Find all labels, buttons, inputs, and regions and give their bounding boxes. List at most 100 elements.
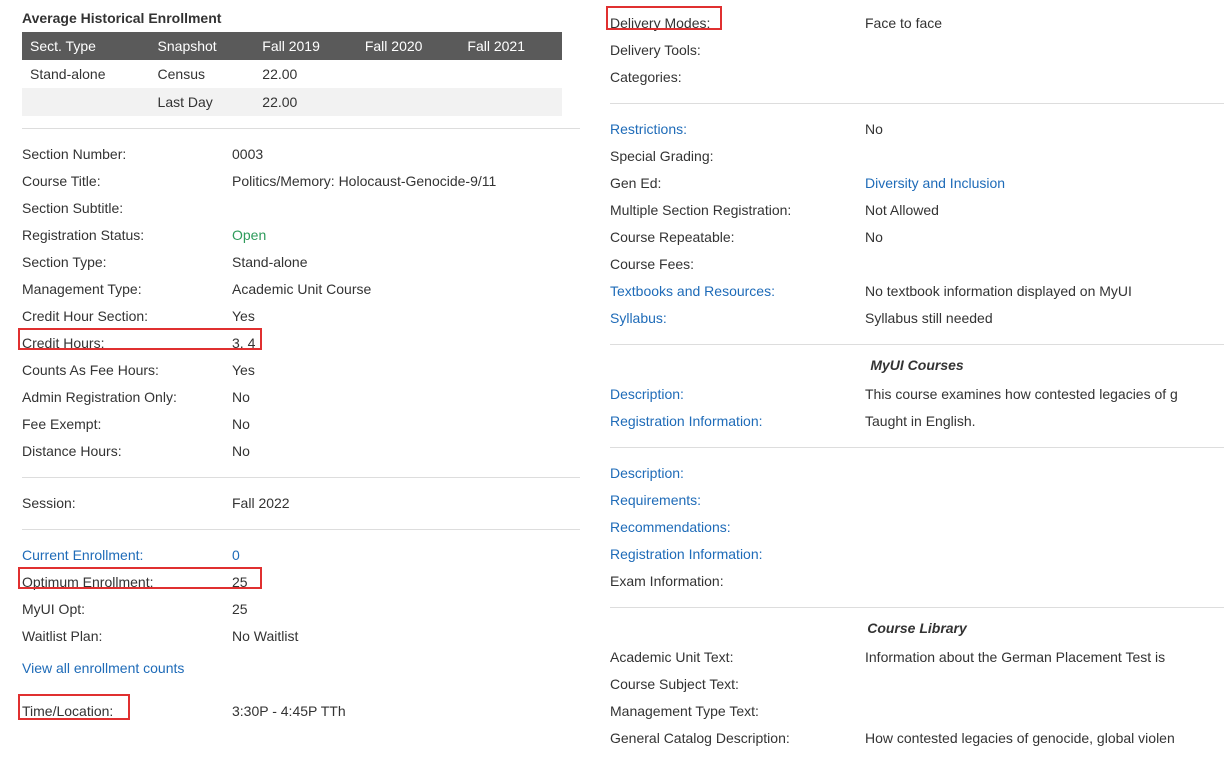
waitlist-label: Waitlist Plan:	[22, 626, 232, 647]
section-number-label: Section Number:	[22, 144, 232, 165]
cell: Census	[150, 60, 255, 88]
description-value: This course examines how contested legac…	[865, 384, 1224, 405]
exam-info-label: Exam Information:	[610, 571, 865, 592]
mgmt-type-label: Management Type:	[22, 279, 232, 300]
distance-value: No	[232, 441, 580, 462]
gen-ed-label: Gen Ed:	[610, 173, 865, 194]
restrictions-label[interactable]: Restrictions:	[610, 119, 865, 140]
divider	[610, 344, 1224, 345]
course-title-label: Course Title:	[22, 171, 232, 192]
session-label: Session:	[22, 493, 232, 514]
special-grading-label: Special Grading:	[610, 146, 865, 167]
cell	[459, 60, 562, 88]
mgmt-type-text-label: Management Type Text:	[610, 701, 865, 722]
cell: Last Day	[150, 88, 255, 116]
historical-enrollment-title: Average Historical Enrollment	[22, 10, 580, 26]
credit-hours-value: 3, 4	[232, 333, 580, 354]
optimum-enrollment-value: 25	[232, 572, 580, 593]
description-label[interactable]: Description:	[610, 384, 865, 405]
myui-opt-label: MyUI Opt:	[22, 599, 232, 620]
reg-status-label: Registration Status:	[22, 225, 232, 246]
general-catalog-label: General Catalog Description:	[610, 728, 865, 749]
cell	[22, 88, 150, 116]
distance-label: Distance Hours:	[22, 441, 232, 462]
highlight-optimum-enrollment	[18, 567, 262, 589]
myui-courses-header: MyUI Courses	[610, 357, 1224, 373]
th-snapshot: Snapshot	[150, 32, 255, 60]
view-all-enrollment-link[interactable]: View all enrollment counts	[22, 660, 184, 676]
fee-exempt-value: No	[232, 414, 580, 435]
cell: 22.00	[254, 60, 357, 88]
session-value: Fall 2022	[232, 493, 580, 514]
highlight-credit-hours	[18, 328, 262, 350]
textbooks-label[interactable]: Textbooks and Resources:	[610, 281, 865, 302]
table-row: Last Day 22.00	[22, 88, 562, 116]
course-library-header: Course Library	[610, 620, 1224, 636]
divider	[610, 447, 1224, 448]
cell: 22.00	[254, 88, 357, 116]
textbooks-value: No textbook information displayed on MyU…	[865, 281, 1224, 302]
general-catalog-value: How contested legacies of genocide, glob…	[865, 728, 1224, 749]
myui-opt-value: 25	[232, 599, 580, 620]
multi-reg-label: Multiple Section Registration:	[610, 200, 865, 221]
course-subject-value	[865, 674, 1224, 695]
mgmt-type-text-value	[865, 701, 1224, 722]
th-fall2019: Fall 2019	[254, 32, 357, 60]
admin-reg-label: Admin Registration Only:	[22, 387, 232, 408]
divider	[22, 529, 580, 530]
cell: Stand-alone	[22, 60, 150, 88]
syllabus-label[interactable]: Syllabus:	[610, 308, 865, 329]
restrictions-value: No	[865, 119, 1224, 140]
section-type-value: Stand-alone	[232, 252, 580, 273]
reg-info2-label[interactable]: Registration Information:	[610, 544, 865, 565]
cell	[459, 88, 562, 116]
reg-info-value: Taught in English.	[865, 411, 1224, 432]
mgmt-type-value: Academic Unit Course	[232, 279, 580, 300]
reg-info-label[interactable]: Registration Information:	[610, 411, 865, 432]
section-subtitle-value	[232, 198, 580, 219]
section-type-label: Section Type:	[22, 252, 232, 273]
divider	[22, 477, 580, 478]
credit-hour-section-value: Yes	[232, 306, 580, 327]
current-enrollment-label[interactable]: Current Enrollment:	[22, 545, 232, 566]
fees-label: Course Fees:	[610, 254, 865, 275]
highlight-time-location	[18, 694, 130, 720]
th-fall2020: Fall 2020	[357, 32, 460, 60]
divider	[610, 103, 1224, 104]
special-grading-value	[865, 146, 1224, 167]
cell	[357, 88, 460, 116]
fee-exempt-label: Fee Exempt:	[22, 414, 232, 435]
description2-label[interactable]: Description:	[610, 463, 865, 484]
highlight-delivery-modes	[606, 6, 722, 30]
academic-unit-label: Academic Unit Text:	[610, 647, 865, 668]
current-enrollment-value[interactable]: 0	[232, 545, 580, 566]
requirements-label[interactable]: Requirements:	[610, 490, 865, 511]
multi-reg-value: Not Allowed	[865, 200, 1224, 221]
delivery-modes-value: Face to face	[865, 13, 1224, 34]
section-subtitle-label: Section Subtitle:	[22, 198, 232, 219]
table-row: Stand-alone Census 22.00	[22, 60, 562, 88]
counts-fee-value: Yes	[232, 360, 580, 381]
cell	[357, 60, 460, 88]
course-subject-label: Course Subject Text:	[610, 674, 865, 695]
delivery-tools-value	[865, 40, 1224, 61]
gen-ed-value[interactable]: Diversity and Inclusion	[865, 173, 1224, 194]
th-fall2021: Fall 2021	[459, 32, 562, 60]
admin-reg-value: No	[232, 387, 580, 408]
enrollment-table: Sect. Type Snapshot Fall 2019 Fall 2020 …	[22, 32, 562, 116]
divider	[610, 607, 1224, 608]
academic-unit-value: Information about the German Placement T…	[865, 647, 1224, 668]
syllabus-value: Syllabus still needed	[865, 308, 1224, 329]
credit-hour-section-label: Credit Hour Section:	[22, 306, 232, 327]
course-title-value: Politics/Memory: Holocaust-Genocide-9/11	[232, 171, 580, 192]
repeatable-value: No	[865, 227, 1224, 248]
recommendations-label[interactable]: Recommendations:	[610, 517, 865, 538]
waitlist-value: No Waitlist	[232, 626, 580, 647]
th-sect-type: Sect. Type	[22, 32, 150, 60]
categories-value	[865, 67, 1224, 88]
section-number-value: 0003	[232, 144, 580, 165]
categories-label: Categories:	[610, 67, 865, 88]
delivery-tools-label: Delivery Tools:	[610, 40, 865, 61]
time-location-value: 3:30P - 4:45P TTh	[232, 701, 580, 722]
counts-fee-label: Counts As Fee Hours:	[22, 360, 232, 381]
